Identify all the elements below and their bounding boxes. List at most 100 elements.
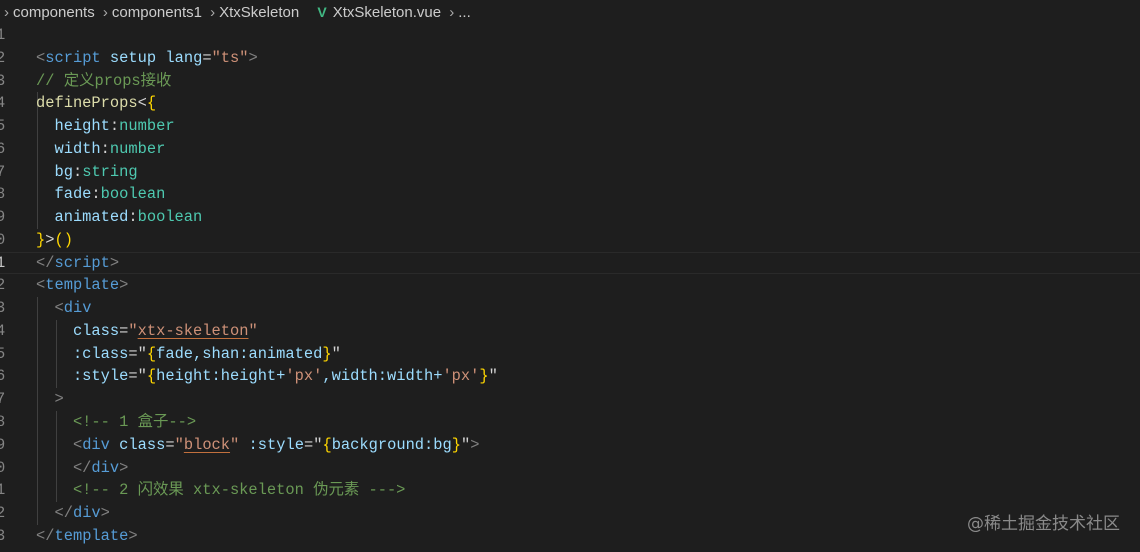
line-number: 2 — [0, 276, 6, 295]
code-token: > — [119, 458, 129, 477]
code-token: :style — [36, 367, 129, 386]
code-line[interactable]: 9 <div class="block" :style="{background… — [0, 433, 1140, 457]
code-token: : — [72, 162, 83, 181]
breadcrumb-item[interactable]: components — [13, 4, 95, 21]
line-number: 1 — [0, 26, 6, 44]
line-number: 6 — [0, 139, 6, 158]
code-token: > — [248, 48, 258, 67]
code-line[interactable]: 3 // 定义props接收 — [0, 70, 1140, 93]
code-text: :style="{height:height+'px',width:width+… — [36, 365, 498, 388]
code-token: > — [36, 390, 64, 409]
code-line[interactable]: 2 <template> — [0, 274, 1140, 297]
code-line[interactable]: 8 <!-- 1 盒子--> — [0, 411, 1140, 434]
code-token: =" — [128, 344, 147, 363]
code-line[interactable]: 2 <script setup lang="ts"> — [0, 47, 1140, 70]
code-token: =" — [128, 367, 147, 386]
line-number: 5 — [0, 117, 6, 136]
code-line[interactable]: 8 fade:boolean — [0, 183, 1140, 207]
code-token: boolean — [100, 185, 166, 204]
code-token: > — [100, 504, 110, 523]
code-line[interactable]: 1 </script> — [0, 252, 1140, 275]
code-token: script — [54, 253, 110, 272]
code-token: block — [183, 435, 231, 454]
code-line[interactable]: 6 width:number — [0, 137, 1140, 161]
code-text: bg:string — [36, 161, 137, 184]
code-token: > — [470, 435, 480, 454]
code-text: </div> — [36, 502, 110, 525]
code-token: <!-- 2 闪效果 xtx-skeleton 伪元素 ---> — [36, 481, 406, 500]
code-text: class="xtx-skeleton" — [36, 320, 258, 343]
code-token: () — [54, 230, 73, 249]
code-line[interactable]: 0 </div> — [0, 456, 1140, 480]
code-token: < — [36, 435, 83, 454]
code-token: = — [119, 321, 129, 340]
code-line[interactable]: 7 > — [0, 388, 1140, 412]
code-text: <!-- 2 闪效果 xtx-skeleton 伪元素 ---> — [36, 479, 405, 502]
code-text: defineProps<{ — [36, 92, 156, 115]
code-line[interactable]: 5 height:number — [0, 115, 1140, 138]
code-token: > — [45, 230, 55, 249]
code-token: </ — [36, 504, 73, 523]
code-text: <script setup lang="ts"> — [36, 47, 258, 70]
code-line[interactable]: 1 — [0, 24, 1140, 47]
code-token: > — [128, 526, 138, 545]
code-token: < — [36, 48, 46, 67]
code-token: height:height+ — [156, 367, 286, 386]
code-token: : — [109, 117, 120, 136]
code-text: <div — [36, 297, 91, 320]
line-number: 1 — [0, 481, 6, 500]
breadcrumb-item[interactable]: XtxSkeleton.vue — [333, 4, 441, 21]
code-line[interactable]: 0}>() — [0, 229, 1140, 252]
code-token: width — [36, 139, 101, 158]
code-token: } — [451, 435, 462, 454]
code-line[interactable]: 9 animated:boolean — [0, 206, 1140, 229]
code-token: </ — [36, 458, 92, 477]
code-token: { — [146, 94, 157, 113]
code-line[interactable]: 7 bg:string — [0, 160, 1140, 184]
code-text: </template> — [36, 525, 138, 548]
code-token: = — [165, 435, 175, 454]
code-token: } — [322, 344, 332, 363]
code-token: } — [36, 230, 46, 249]
code-token: div — [91, 458, 120, 477]
code-token: : — [91, 185, 101, 204]
code-text: // 定义props接收 — [36, 70, 171, 93]
chevron-right-icon: › — [4, 4, 9, 21]
code-line[interactable]: 1 <!-- 2 闪效果 xtx-skeleton 伪元素 ---> — [0, 479, 1140, 503]
code-token: 'px' — [285, 367, 323, 386]
breadcrumb-item[interactable]: ... — [458, 4, 471, 21]
breadcrumb-item[interactable]: XtxSkeleton — [219, 4, 299, 21]
code-token: " — [230, 435, 240, 454]
line-number: 6 — [0, 367, 6, 386]
code-line[interactable]: 4 defineProps<{ — [0, 92, 1140, 116]
chevron-right-icon: › — [102, 4, 108, 21]
code-token: // 定义props接收 — [36, 71, 172, 90]
code-text: :class="{fade,shan:animated}" — [36, 343, 341, 366]
line-number: 9 — [0, 208, 6, 227]
code-line[interactable]: 6 :style="{height:height+'px',width:widt… — [0, 365, 1140, 389]
code-token: </ — [36, 526, 55, 545]
code-token: </ — [36, 253, 55, 272]
code-token: animated — [36, 208, 129, 227]
code-token: fade — [36, 185, 92, 204]
line-number: 3 — [0, 299, 6, 318]
code-token: lang — [165, 48, 203, 67]
code-token: background:bg — [331, 435, 452, 454]
code-line[interactable]: 5 :class="{fade,shan:animated}" — [0, 342, 1140, 366]
code-token: height — [36, 117, 110, 136]
code-token: number — [109, 139, 166, 158]
code-token: template — [54, 526, 129, 545]
code-text: }>() — [36, 229, 73, 252]
code-token: ,width:width+ — [322, 367, 443, 386]
line-number: 2 — [0, 48, 6, 67]
breadcrumb-item[interactable]: components1 — [112, 4, 202, 21]
code-text: <!-- 1 盒子--> — [36, 411, 196, 434]
code-token: =" — [303, 435, 323, 454]
code-editor[interactable]: 1 2 <script setup lang="ts"> 3// 定义props接收 4… — [0, 24, 1140, 548]
code-token: div — [82, 435, 110, 454]
code-token: { — [146, 367, 157, 386]
code-token: " — [331, 344, 341, 363]
code-line[interactable]: 3 <div — [0, 297, 1140, 320]
code-line[interactable]: 4 class="xtx-skeleton" — [0, 319, 1140, 343]
